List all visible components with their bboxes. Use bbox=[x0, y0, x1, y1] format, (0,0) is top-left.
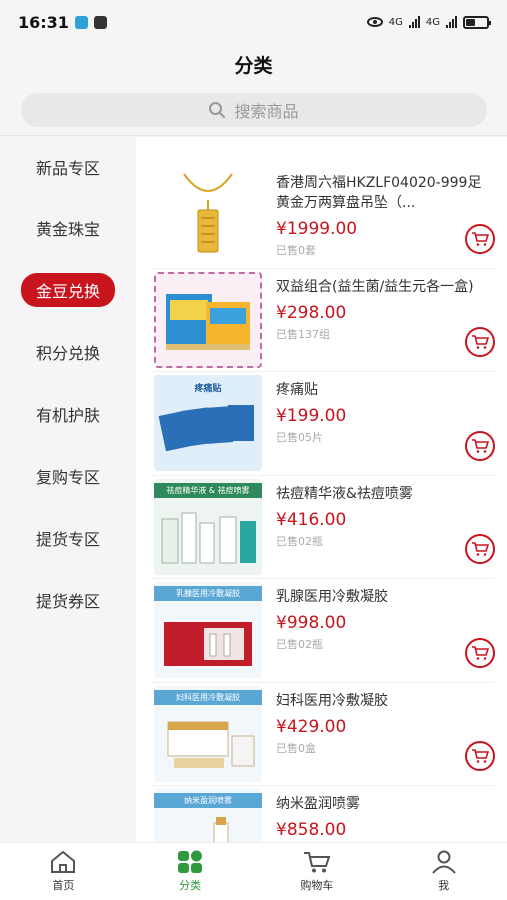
tab-cart[interactable]: 购物车 bbox=[254, 843, 381, 900]
sidebar-item-pickup-voucher[interactable]: 提货券区 bbox=[0, 569, 136, 631]
product-sold-count: 已售0套 bbox=[276, 244, 316, 257]
product-image: 乳腺医用冷敷凝胶 bbox=[154, 582, 262, 678]
tab-label: 首页 bbox=[52, 879, 75, 892]
bottom-tab-bar: 首页 分类 购物车 我 bbox=[0, 842, 507, 900]
sidebar-item-repurchase[interactable]: 复购专区 bbox=[0, 445, 136, 507]
cart-icon bbox=[472, 749, 489, 763]
product-name: 双益组合(益生菌/益生元各一盒) bbox=[276, 278, 474, 295]
search-icon bbox=[209, 101, 226, 118]
search-input[interactable]: 搜索商品 bbox=[20, 92, 487, 127]
network-label-1: 4G bbox=[388, 16, 403, 28]
product-price: ¥1999.00 bbox=[276, 219, 358, 239]
product-card[interactable]: 双益组合(益生菌/益生元各一盒) ¥298.00 已售137组 bbox=[150, 268, 495, 372]
cart-icon bbox=[472, 335, 489, 349]
status-time: 16:31 bbox=[18, 12, 69, 32]
product-name: 纳米盈润喷雾 bbox=[276, 796, 360, 812]
status-bar: 16:31 4G 4G bbox=[0, 0, 507, 44]
add-to-cart-button[interactable] bbox=[465, 637, 495, 668]
cart-icon bbox=[472, 645, 489, 660]
tab-category[interactable]: 分类 bbox=[127, 843, 254, 900]
product-sold-count: 已售0盒 bbox=[276, 741, 316, 755]
product-name: 疼痛贴 bbox=[276, 382, 318, 398]
tab-me[interactable]: 我 bbox=[380, 843, 507, 900]
sidebar-item-pickup[interactable]: 提货专区 bbox=[0, 507, 136, 569]
tab-label: 我 bbox=[438, 879, 450, 892]
cart-icon bbox=[472, 542, 489, 556]
add-to-cart-button[interactable] bbox=[465, 327, 495, 357]
add-to-cart-button[interactable] bbox=[465, 430, 495, 461]
sidebar-item-points-exchange[interactable]: 积分兑换 bbox=[0, 321, 136, 383]
eye-icon bbox=[366, 17, 383, 27]
product-name: 香港周六福HKZLF04020-999足黄金万两算盘吊坠（... bbox=[276, 175, 482, 211]
tab-label: 分类 bbox=[179, 879, 202, 892]
product-image: 纳米盈润喷雾 bbox=[154, 789, 262, 842]
product-price: ¥199.00 bbox=[276, 406, 347, 426]
add-to-cart-button[interactable] bbox=[465, 741, 495, 771]
sidebar-item-gold-jewelry[interactable]: 黄金珠宝 bbox=[0, 197, 136, 259]
product-price: ¥858.00 bbox=[276, 820, 347, 840]
product-sold-count: 已售02瓶 bbox=[276, 534, 323, 548]
product-image: 疼痛贴 bbox=[154, 375, 262, 471]
product-card[interactable]: 乳腺医用冷敷凝胶 乳腺医用冷敷凝胶 ¥998.00 已售02瓶 bbox=[150, 579, 495, 683]
network-label-2: 4G bbox=[425, 16, 440, 28]
product-price: ¥429.00 bbox=[276, 716, 347, 737]
search-placeholder: 搜索商品 bbox=[234, 101, 299, 121]
page-title: 分类 bbox=[234, 54, 273, 77]
signal-icon bbox=[446, 16, 457, 28]
product-card[interactable]: 妇科医用冷敷凝胶 妇科医用冷敷凝胶 ¥429.00 已售0盒 bbox=[150, 682, 495, 786]
sidebar-item-gold-bean-exchange[interactable]: 金豆兑换 bbox=[0, 259, 136, 321]
product-name: 妇科医用冷敷凝胶 bbox=[276, 692, 388, 709]
category-icon bbox=[178, 850, 203, 873]
tab-label: 购物车 bbox=[300, 879, 334, 892]
product-sold-count: 已售05片 bbox=[276, 431, 323, 444]
product-card[interactable]: 香港周六福HKZLF04020-999足黄金万两算盘吊坠（... ¥1999.0… bbox=[150, 165, 495, 269]
cart-icon bbox=[472, 231, 489, 246]
product-price: ¥298.00 bbox=[276, 302, 347, 323]
product-sold-count: 已售02瓶 bbox=[276, 638, 323, 651]
battery-icon bbox=[463, 15, 491, 29]
product-image: 祛痘精华液 & 祛痘喷雾 bbox=[154, 478, 262, 575]
tab-home[interactable]: 首页 bbox=[0, 843, 127, 900]
product-image bbox=[154, 168, 262, 264]
category-sidebar: 新品专区 黄金珠宝 金豆兑换 积分兑换 有机护肤 复购专区 提货专区 提货券区 bbox=[0, 137, 136, 842]
product-card[interactable]: 祛痘精华液 & 祛痘喷雾 祛痘精华液&祛痘喷雾 ¥416.00 已售02瓶 bbox=[150, 475, 495, 579]
product-image bbox=[154, 271, 262, 368]
app-notification-icon bbox=[74, 15, 88, 29]
product-name: 乳腺医用冷敷凝胶 bbox=[276, 589, 388, 605]
product-card[interactable]: 纳米盈润喷雾 纳米盈润喷雾 ¥858.00 bbox=[150, 786, 495, 842]
search-bar: 搜索商品 bbox=[0, 84, 507, 136]
message-notification-icon bbox=[93, 15, 107, 29]
product-image: 妇科医用冷敷凝胶 bbox=[154, 685, 262, 782]
sidebar-item-organic-skincare[interactable]: 有机护肤 bbox=[0, 383, 136, 445]
cart-icon bbox=[303, 852, 331, 873]
add-to-cart-button[interactable] bbox=[465, 223, 495, 254]
cart-icon bbox=[472, 438, 489, 453]
sidebar-item-new[interactable]: 新品专区 bbox=[0, 137, 136, 197]
product-sold-count: 已售137组 bbox=[276, 327, 330, 341]
home-icon bbox=[51, 850, 76, 873]
product-list: 香港周六福HKZLF04020-999足黄金万两算盘吊坠（... ¥1999.0… bbox=[136, 137, 507, 842]
product-card[interactable]: 疼痛贴 疼痛贴 ¥199.00 已售05片 bbox=[150, 372, 495, 476]
add-to-cart-button[interactable] bbox=[465, 534, 495, 564]
product-price: ¥416.00 bbox=[276, 509, 347, 530]
user-icon bbox=[431, 850, 456, 874]
signal-icon bbox=[408, 16, 420, 28]
product-price: ¥998.00 bbox=[276, 613, 347, 633]
product-name: 祛痘精华液&祛痘喷雾 bbox=[276, 485, 413, 502]
